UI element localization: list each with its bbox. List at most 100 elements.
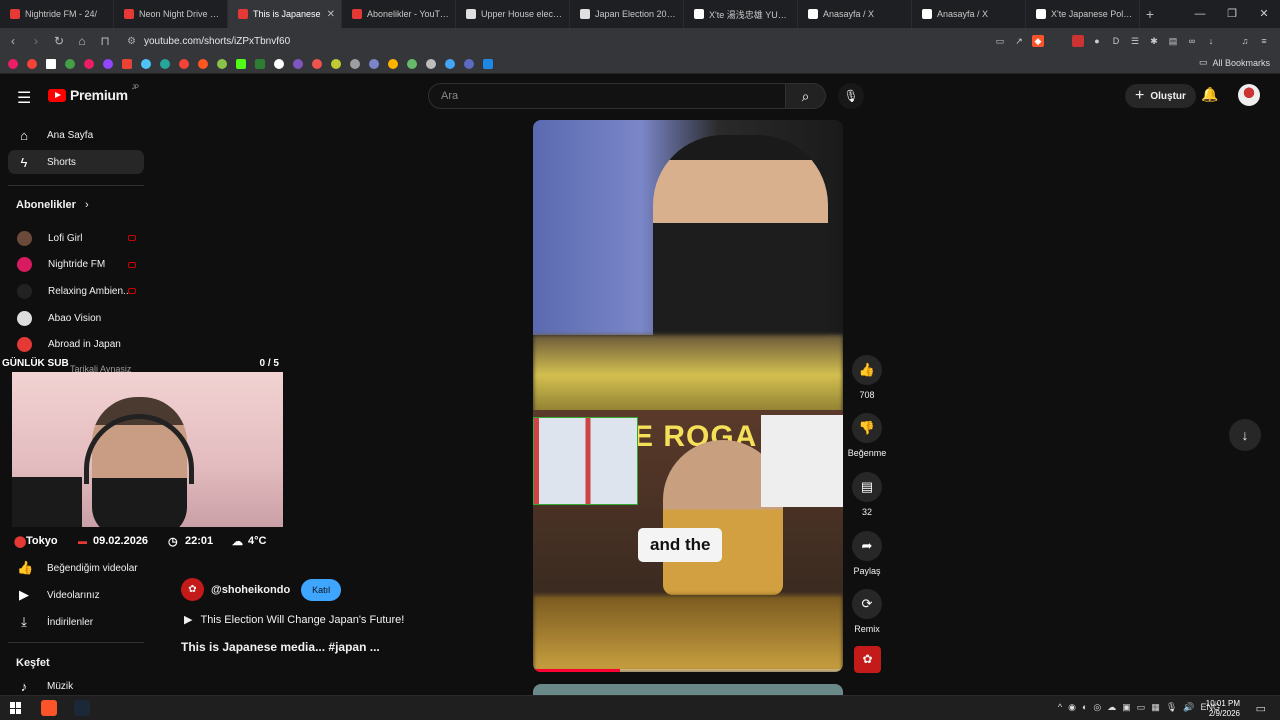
bookmark-icon[interactable] [312,58,322,69]
bookmark-icon[interactable] [255,58,265,69]
reddit-bookmark-icon[interactable] [198,58,208,69]
back-icon[interactable]: ‹ [3,34,23,48]
mic-tray-icon[interactable]: 🎙 [1166,702,1177,713]
browser-tab[interactable]: Anasayfa / X [798,0,912,28]
media-icon[interactable]: ♫ [1239,35,1251,47]
search-button[interactable]: ⌕ [786,83,826,109]
shorts-player[interactable]: E ROGA and the [533,120,843,672]
browser-tab[interactable]: X'te 湯浅忠雄 YUASA [684,0,798,28]
sidebar-subscription[interactable]: Relaxing Ambien... [8,279,144,303]
share-icon[interactable]: ↗ [1013,35,1025,47]
bookmark-icon[interactable]: ⊓ [95,34,115,48]
download-icon[interactable]: ↓ [1205,35,1217,47]
voice-search-button[interactable]: 🎙 [838,83,864,109]
sidebar-item-shorts[interactable]: ϟ Shorts [8,150,144,174]
bookmark-icon[interactable] [369,58,379,69]
youtube-logo[interactable]: Premium JP [48,85,139,103]
bookmark-icon[interactable] [350,58,360,69]
home-icon[interactable]: ⌂ [72,34,92,48]
site-settings-icon[interactable]: ⚙ [127,36,136,47]
sound-row[interactable]: ▶ This Election Will Change Japan's Futu… [184,613,404,627]
bookmark-icon[interactable] [65,58,75,69]
bookmark-icon[interactable] [464,58,474,69]
speaker-icon[interactable]: 🔊 [1183,702,1194,713]
extension-red-icon[interactable] [1072,35,1084,47]
extension-circle-icon[interactable]: ● [1091,35,1103,47]
forward-icon[interactable]: › [26,34,46,48]
minimize-button[interactable]: — [1184,0,1216,28]
bookmark-icon[interactable] [293,58,303,69]
browser-tab[interactable]: Neon Night Drive in To [114,0,228,28]
windows-start-icon[interactable] [10,702,22,714]
sidebar-subscription[interactable]: Lofi Girl [8,226,144,250]
bookmark-icon[interactable] [388,58,398,69]
share-button[interactable]: ➦ [852,531,882,561]
subscriptions-header[interactable]: Abonelikler › [16,199,89,211]
browser-tab[interactable]: Upper House election [456,0,570,28]
cloud-tray-icon[interactable]: ☁ [1107,702,1116,713]
sound-channel-thumbnail[interactable]: ✿ [854,646,881,673]
avatar[interactable] [1238,84,1260,106]
channel-avatar[interactable]: ✿ [181,578,204,601]
browser-menu-icon[interactable]: ≡ [1258,35,1270,47]
twitch-bookmark-icon[interactable] [103,58,113,69]
video-progress-bar[interactable] [533,669,843,672]
close-tab-icon[interactable]: ✕ [327,9,335,20]
browser-tab[interactable]: Anasayfa / X [912,0,1026,28]
bookmark-icon[interactable] [274,58,284,69]
sidebar-toggle-icon[interactable]: ▤ [1167,35,1179,47]
sidebar-subscription[interactable]: Abao Vision [8,306,144,330]
address-field[interactable]: ⚙ youtube.com/shorts/iZPxTbnvf60 [127,36,994,47]
tray-app-icon[interactable]: ◎ [1093,702,1101,713]
bookmark-icon[interactable] [407,58,417,69]
bookmark-icon[interactable] [445,58,455,69]
browser-tab[interactable]: X'te Japanese Politics [1026,0,1140,28]
cast-icon[interactable]: ▭ [994,35,1006,47]
next-short-preview[interactable] [533,684,843,695]
tray-app-icon[interactable]: ▣ [1122,702,1131,713]
bookmark-icon[interactable] [141,58,151,69]
notification-icon[interactable]: ▭ [1256,702,1266,715]
youtube-bookmark-icon[interactable] [179,58,189,69]
brave-shield-icon[interactable]: ◆ [1032,35,1044,47]
sidebar-item-your-videos[interactable]: ▶ Videolarınız [8,583,144,607]
chevron-up-icon[interactable]: ^ [1058,702,1062,713]
x-bookmark-icon[interactable] [46,58,56,69]
close-window-button[interactable]: ✕ [1248,0,1280,28]
join-button[interactable]: Katıl [301,578,342,601]
gmail-bookmark-icon[interactable] [122,58,132,69]
sidebar-subscription[interactable]: Abroad in Japan [8,333,144,357]
search-input[interactable]: Ara [428,83,786,109]
create-button[interactable]: + Oluştur [1125,84,1196,108]
steam-taskbar-icon[interactable] [74,700,90,716]
extension-list-icon[interactable]: ☰ [1129,35,1141,47]
bookmark-icon[interactable] [217,58,227,69]
extension-d-icon[interactable]: D [1110,35,1122,47]
like-button[interactable]: 👍 [852,355,882,385]
link-icon[interactable]: ∞ [1186,35,1198,47]
reload-icon[interactable]: ↻ [49,34,69,48]
dislike-button[interactable]: 👎 [852,413,882,443]
bookmark-icon[interactable] [8,58,18,69]
extensions-puzzle-icon[interactable]: ✱ [1148,35,1160,47]
maximize-button[interactable]: ❐ [1216,0,1248,28]
discord-tray-icon[interactable]: ◐ [1082,702,1087,713]
display-tray-icon[interactable]: ▭ [1137,702,1146,713]
hamburger-icon[interactable]: ☰ [17,88,31,108]
instagram-bookmark-icon[interactable] [84,58,94,69]
bookmark-icon[interactable] [331,58,341,69]
channel-name[interactable]: @shoheikondo [211,584,290,596]
new-tab-button[interactable]: + [1140,6,1160,22]
short-title[interactable]: This is Japanese media... #japan ... [181,640,380,654]
steam-tray-icon[interactable]: ◉ [1068,702,1076,713]
all-bookmarks-button[interactable]: ▭ All Bookmarks [1199,57,1270,68]
bookmark-icon[interactable] [160,58,170,69]
browser-tab[interactable]: Nightride FM - 24/ [0,0,114,28]
bookmark-icon[interactable] [426,58,436,69]
tray-app-icon[interactable]: ▦ [1151,702,1160,713]
comments-button[interactable]: ▤ [852,472,882,502]
sidebar-subscription[interactable]: Nightride FM [8,253,144,277]
kick-bookmark-icon[interactable] [236,58,246,69]
bookmark-icon[interactable] [27,58,37,69]
remix-button[interactable]: ⟳ [852,589,882,619]
